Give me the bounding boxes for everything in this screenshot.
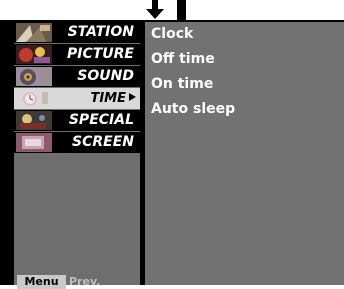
menu-item-label: STATION — [67, 24, 134, 40]
menu-item-station[interactable]: STATION — [14, 22, 140, 43]
menu-item-screen[interactable]: SCREEN — [14, 132, 140, 153]
menu-item-label: SOUND — [77, 68, 134, 84]
time-label: TIME — [90, 91, 126, 106]
prev-label: Prev. — [69, 275, 101, 288]
menu-item-picture[interactable]: PICTURE — [14, 44, 140, 65]
menu-item-special[interactable]: SPECIAL — [14, 110, 140, 131]
menu-key-button[interactable]: Menu — [17, 275, 66, 289]
up-arrow-icon — [177, 0, 186, 20]
right-arrow-icon — [129, 93, 136, 101]
menu-item-sound[interactable]: SOUND — [14, 66, 140, 87]
submenu-item-off-time[interactable]: Off time — [151, 50, 215, 68]
time-icon — [16, 89, 52, 108]
down-arrow-icon — [146, 0, 164, 20]
special-icon — [16, 111, 52, 130]
main-menu-sidebar: STATION PICTURE SOUND TIME SPECIAL SCREE… — [14, 22, 140, 289]
station-icon — [16, 23, 52, 42]
navigation-arrows — [146, 0, 190, 20]
menu-item-label: SPECIAL — [68, 112, 134, 128]
sound-icon — [16, 67, 52, 86]
submenu-item-auto-sleep[interactable]: Auto sleep — [151, 100, 235, 118]
screen-icon — [16, 133, 52, 152]
menu-item-label: TIME — [90, 89, 136, 108]
submenu-item-on-time[interactable]: On time — [151, 75, 213, 93]
submenu-item-clock[interactable]: Clock — [151, 25, 193, 43]
picture-icon — [16, 45, 52, 64]
menu-item-label: SCREEN — [72, 134, 134, 150]
time-submenu: Clock Off time On time Auto sleep — [145, 22, 344, 285]
menu-item-time[interactable]: TIME — [14, 88, 140, 109]
menu-item-label: PICTURE — [66, 46, 134, 62]
